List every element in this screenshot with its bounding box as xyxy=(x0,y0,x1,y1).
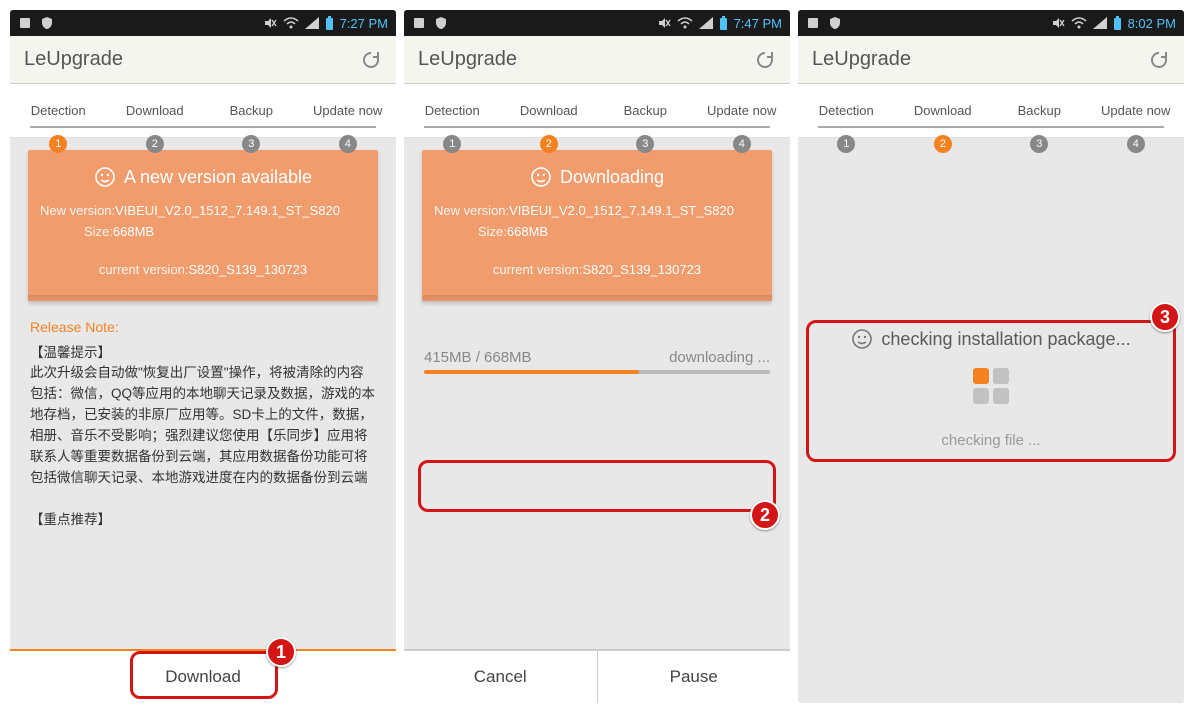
refresh-icon[interactable] xyxy=(754,49,776,71)
smile-icon xyxy=(94,166,116,188)
steps: Detection1 Download2 Backup3 Update now4 xyxy=(10,84,396,138)
pause-button[interactable]: Pause xyxy=(597,651,791,703)
phone-screen-2: 7:47 PM LeUpgrade Detection1 Download2 B… xyxy=(404,10,790,703)
step-detection[interactable]: Detection1 xyxy=(798,103,895,118)
release-heading: Release Note: xyxy=(30,319,376,335)
content: A new version available New version:VIBE… xyxy=(10,138,396,649)
signal-icon xyxy=(699,17,713,29)
size-value: 668MB xyxy=(507,224,548,239)
shield-icon xyxy=(434,16,448,30)
card-title: A new version available xyxy=(124,167,312,188)
clock: 7:47 PM xyxy=(734,16,782,31)
step-backup[interactable]: Backup3 xyxy=(991,103,1088,118)
progress-section: 415MB / 668MB downloading ... xyxy=(424,349,770,374)
download-button[interactable]: Download xyxy=(10,651,396,703)
step-detection[interactable]: Detection1 xyxy=(10,103,107,118)
sim-icon xyxy=(412,16,426,30)
shield-icon xyxy=(828,16,842,30)
content: checking installation package... checkin… xyxy=(798,138,1184,703)
spinner-icon xyxy=(973,368,1009,404)
update-card: A new version available New version:VIBE… xyxy=(28,150,378,301)
statusbar: 7:47 PM xyxy=(404,10,790,36)
cancel-button[interactable]: Cancel xyxy=(404,651,597,703)
titlebar: LeUpgrade xyxy=(10,36,396,84)
new-version: VIBEUI_V2.0_1512_7.149.1_ST_S820 xyxy=(115,203,340,218)
step-download[interactable]: Download2 xyxy=(107,103,204,118)
sim-icon xyxy=(18,16,32,30)
check-panel: checking installation package... checkin… xyxy=(812,328,1170,449)
refresh-icon[interactable] xyxy=(360,49,382,71)
signal-icon xyxy=(305,17,319,29)
app-title: LeUpgrade xyxy=(418,48,517,71)
update-card: Downloading New version:VIBEUI_V2.0_1512… xyxy=(422,150,772,301)
refresh-icon[interactable] xyxy=(1148,49,1170,71)
step-update[interactable]: Update now4 xyxy=(694,103,791,118)
statusbar: 7:27 PM xyxy=(10,10,396,36)
battery-icon xyxy=(1113,16,1122,30)
mute-icon xyxy=(263,16,277,30)
clock: 7:27 PM xyxy=(340,16,388,31)
content: Downloading New version:VIBEUI_V2.0_1512… xyxy=(404,138,790,649)
badge-2: 2 xyxy=(750,500,780,530)
app-title: LeUpgrade xyxy=(812,48,911,71)
battery-icon xyxy=(719,16,728,30)
wifi-icon xyxy=(677,17,693,29)
steps: Detection1 Download2 Backup3 Update now4 xyxy=(798,84,1184,138)
wifi-icon xyxy=(283,17,299,29)
mute-icon xyxy=(1051,16,1065,30)
smile-icon xyxy=(851,328,873,350)
battery-icon xyxy=(325,16,334,30)
signal-icon xyxy=(1093,17,1107,29)
phone-screen-3: 8:02 PM LeUpgrade Detection1 Download2 B… xyxy=(798,10,1184,703)
titlebar: LeUpgrade xyxy=(798,36,1184,84)
step-download[interactable]: Download2 xyxy=(501,103,598,118)
mute-icon xyxy=(657,16,671,30)
current-version: S820_S139_130723 xyxy=(189,262,308,277)
check-title: checking installation package... xyxy=(881,329,1130,350)
step-detection[interactable]: Detection1 xyxy=(404,103,501,118)
size-value: 668MB xyxy=(113,224,154,239)
clock: 8:02 PM xyxy=(1128,16,1176,31)
sim-icon xyxy=(806,16,820,30)
current-version: S820_S139_130723 xyxy=(583,262,702,277)
release-text: 【温馨提示】 此次升级会自动做"恢复出厂设置"操作，将被清除的内容包括：微信，Q… xyxy=(10,339,396,649)
wifi-icon xyxy=(1071,17,1087,29)
smile-icon xyxy=(530,166,552,188)
check-sub: checking file ... xyxy=(812,432,1170,449)
statusbar: 8:02 PM xyxy=(798,10,1184,36)
progress-bar xyxy=(424,370,770,374)
phone-screen-1: 7:27 PM LeUpgrade Detection1 Download2 B… xyxy=(10,10,396,703)
progress-text: 415MB / 668MB xyxy=(424,349,532,366)
badge-1: 1 xyxy=(266,637,296,667)
steps: Detection1 Download2 Backup3 Update now4 xyxy=(404,84,790,138)
step-update[interactable]: Update now4 xyxy=(300,103,397,118)
step-backup[interactable]: Backup3 xyxy=(203,103,300,118)
step-update[interactable]: Update now4 xyxy=(1088,103,1185,118)
app-title: LeUpgrade xyxy=(24,48,123,71)
footer: Download xyxy=(10,649,396,703)
card-title: Downloading xyxy=(560,167,664,188)
step-backup[interactable]: Backup3 xyxy=(597,103,694,118)
shield-icon xyxy=(40,16,54,30)
step-download[interactable]: Download2 xyxy=(895,103,992,118)
footer: Cancel Pause xyxy=(404,649,790,703)
titlebar: LeUpgrade xyxy=(404,36,790,84)
progress-status: downloading ... xyxy=(669,349,770,366)
new-version: VIBEUI_V2.0_1512_7.149.1_ST_S820 xyxy=(509,203,734,218)
badge-3: 3 xyxy=(1150,302,1180,332)
